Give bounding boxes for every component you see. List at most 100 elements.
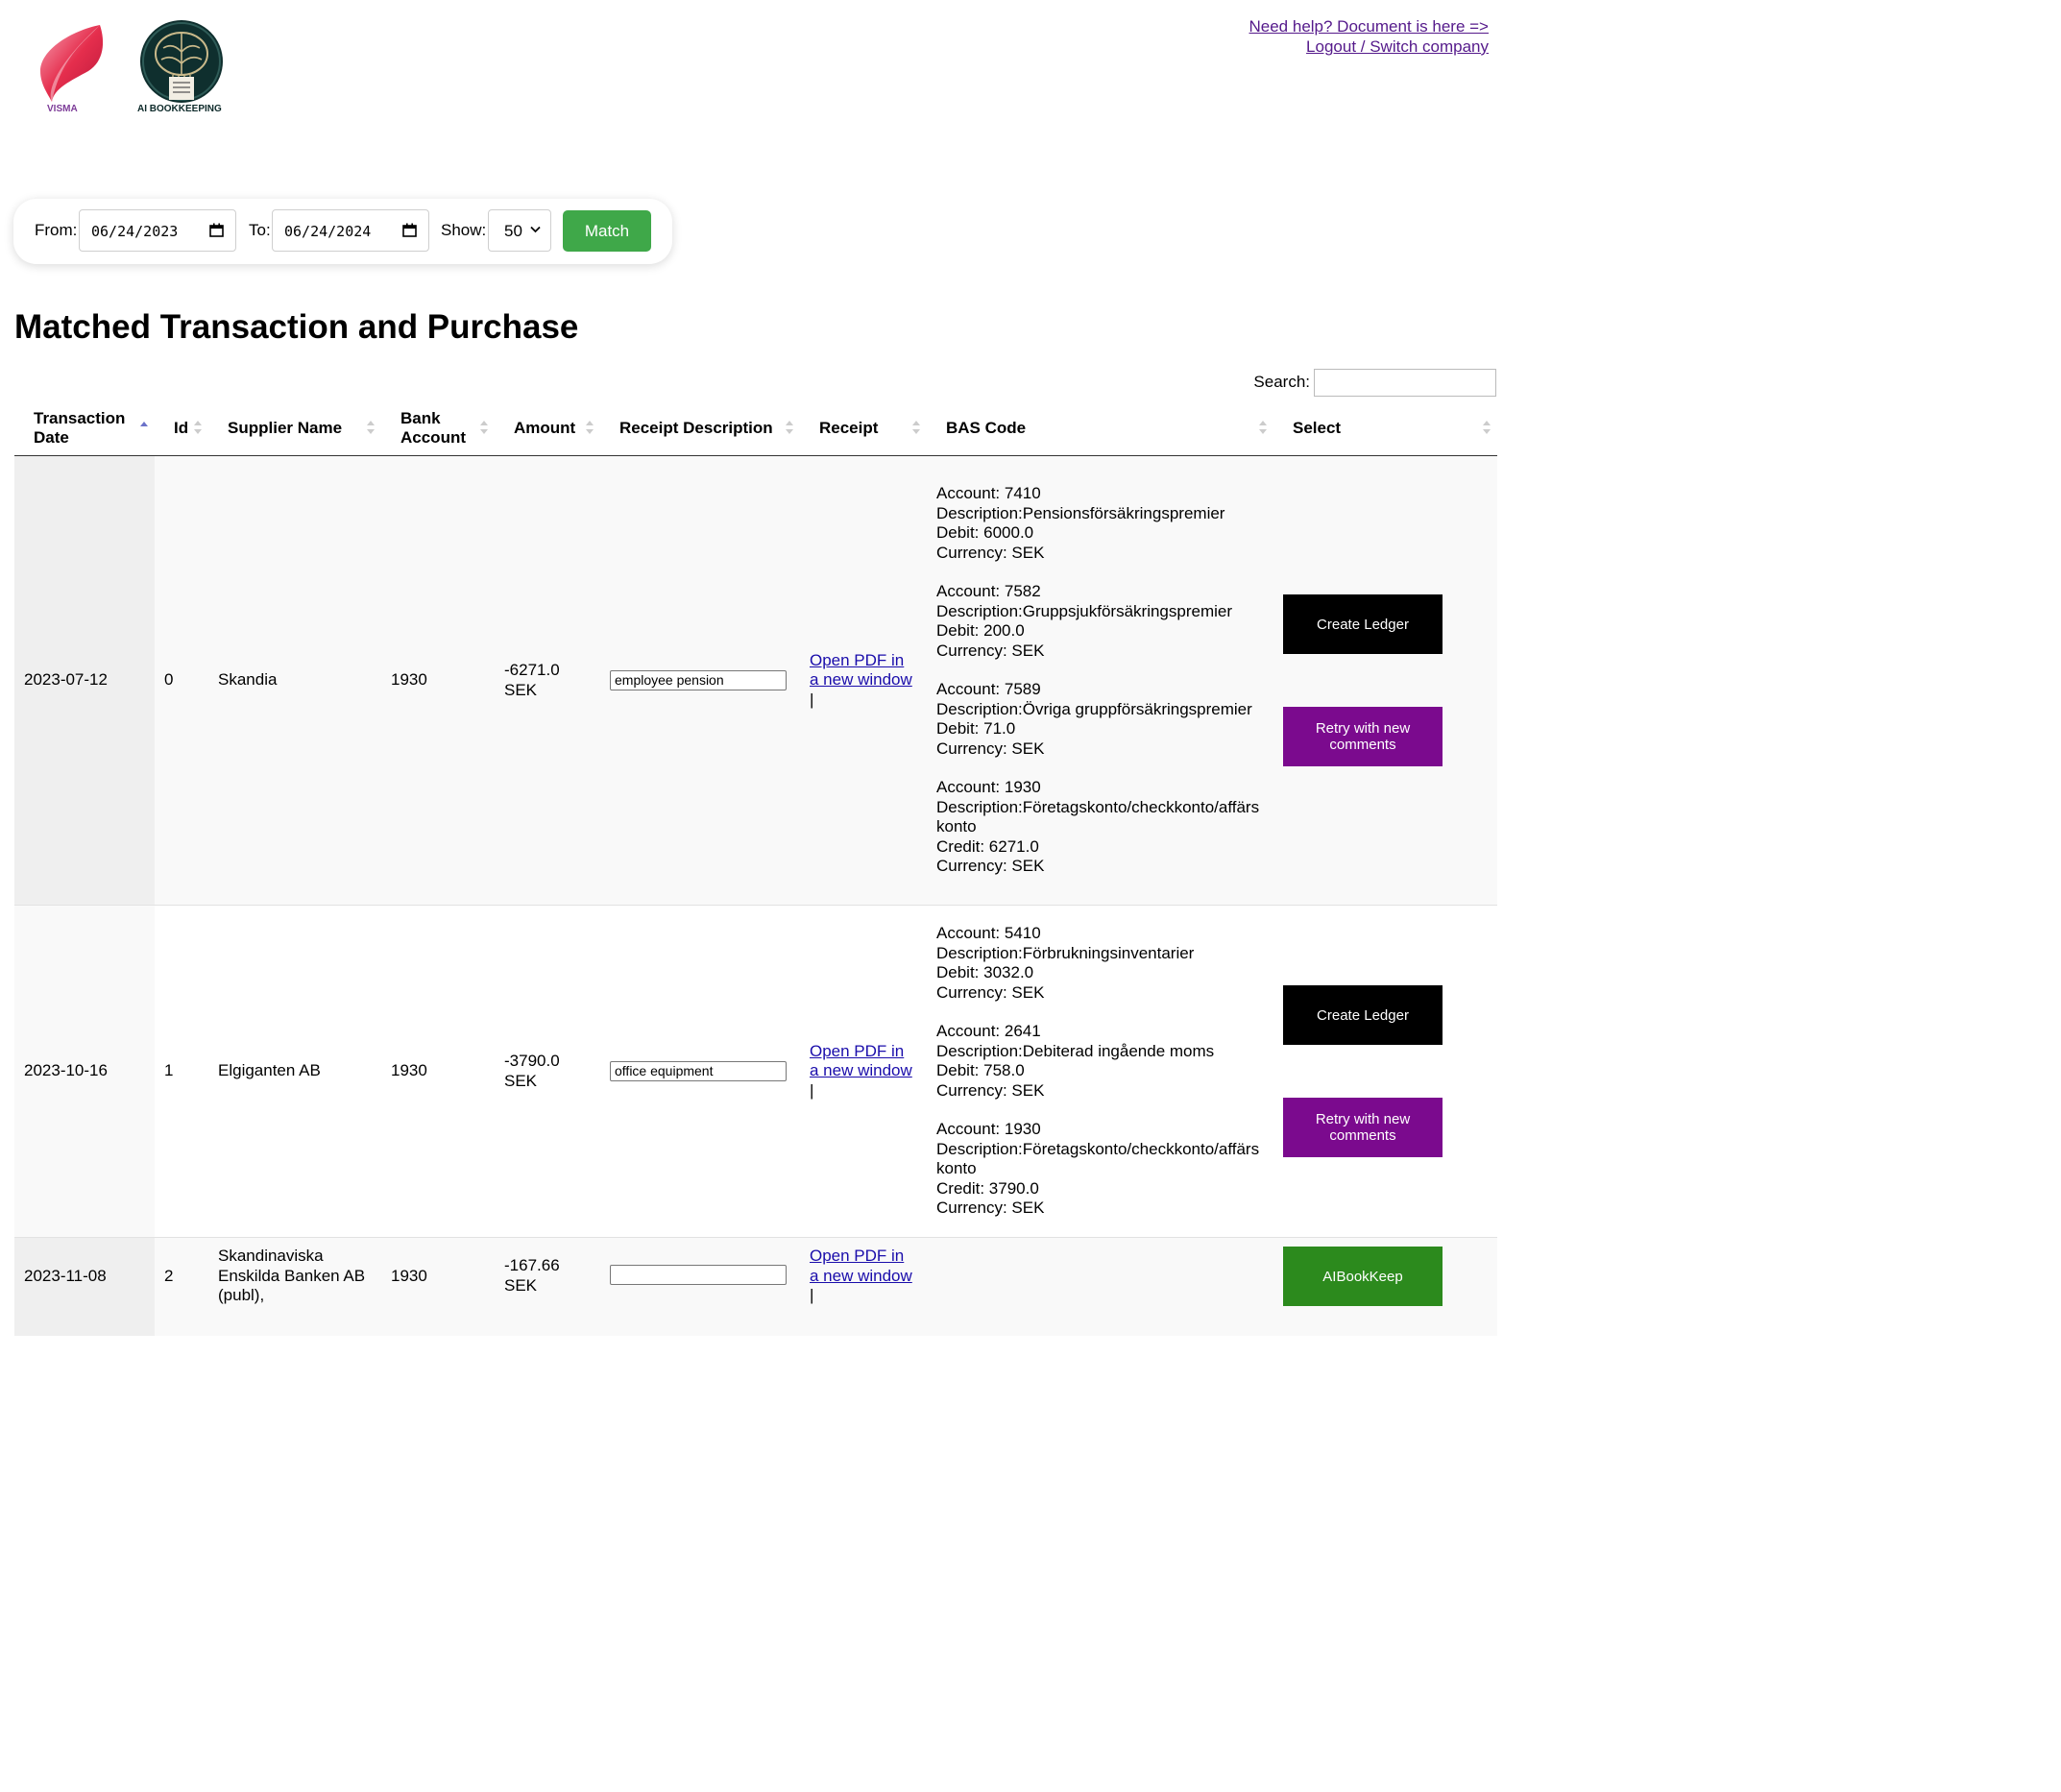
bas-amount: Credit: 6271.0 <box>936 836 1039 856</box>
cell-receipt: Open PDF in a new window | <box>800 905 927 1238</box>
cell-date: 2023-07-12 <box>14 455 155 906</box>
bas-description: Description:Debiterad ingående moms <box>936 1041 1215 1060</box>
link-separator: | <box>810 690 814 709</box>
receipt-description-input[interactable]: employee pension <box>610 670 787 690</box>
bas-entry: Account: 2641 Description:Debiterad ingå… <box>936 1022 1264 1101</box>
amount-value: -6271.0 <box>504 661 560 679</box>
bas-amount: Debit: 6000.0 <box>936 523 1034 543</box>
col-bank-account[interactable]: Bank Account <box>381 401 495 456</box>
from-label: From: <box>35 221 78 239</box>
bas-account: Account: 7410 <box>936 484 1041 503</box>
receipt-description-input[interactable] <box>610 1265 787 1285</box>
open-pdf-link[interactable]: Open PDF in a new window <box>810 1042 912 1080</box>
cell-bas-code: Account: 5410 Description:Förbrukningsin… <box>927 905 1273 1238</box>
cell-receipt-description: office equipment <box>600 905 800 1238</box>
col-transaction-date[interactable]: Transaction Date <box>14 401 155 456</box>
amount-currency: SEK <box>504 680 538 699</box>
page-title: Matched Transaction and Purchase <box>14 308 579 346</box>
cell-select: Create Ledger Retry with new comments <box>1273 455 1497 906</box>
bas-description: Description:Pensionsförsäkringspremier <box>936 503 1225 522</box>
ai-bookkeeping-logo: AI BOOKKEEPING <box>134 19 230 119</box>
search-input[interactable] <box>1314 369 1496 397</box>
cell-amount: -167.66 SEK <box>495 1237 600 1336</box>
bas-description: Description:Övriga gruppförsäkringspremi… <box>936 699 1252 718</box>
cell-receipt-description <box>600 1237 800 1336</box>
col-amount[interactable]: Amount <box>495 401 600 456</box>
calendar-icon[interactable] <box>402 223 417 237</box>
receipt-description-input[interactable]: office equipment <box>610 1061 787 1081</box>
sort-icon <box>194 421 202 434</box>
cell-receipt: Open PDF in a new window | <box>800 1237 927 1336</box>
open-pdf-link[interactable]: Open PDF in a new window <box>810 1247 912 1285</box>
link-separator: | <box>810 1286 814 1304</box>
bas-amount: Credit: 3790.0 <box>936 1178 1039 1198</box>
bas-description: Description:Gruppsjukförsäkringspremier <box>936 601 1233 620</box>
show-count-select[interactable]: 50 <box>488 209 551 252</box>
table-search: Search: <box>1253 369 1496 397</box>
col-select[interactable]: Select <box>1273 401 1497 456</box>
bas-entry: Account: 1930 Description:Företagskonto/… <box>936 1120 1264 1219</box>
col-receipt-description[interactable]: Receipt Description <box>600 401 800 456</box>
bas-amount: Debit: 200.0 <box>936 621 1025 641</box>
aibookkeep-button[interactable]: AIBookKeep <box>1283 1247 1443 1306</box>
cell-id: 0 <box>155 455 208 906</box>
help-document-link[interactable]: Need help? Document is here => <box>1249 16 1490 36</box>
bas-entry: Account: 7410 Description:Pensionsförsäk… <box>936 484 1264 563</box>
sort-icon <box>786 421 793 434</box>
bas-entry: Account: 5410 Description:Förbrukningsin… <box>936 924 1264 1003</box>
sort-ascending-icon <box>140 422 148 426</box>
matched-transactions-table: Transaction Date Id Supplier Name Bank A… <box>14 401 1497 1336</box>
bas-currency: Currency: SEK <box>936 1199 1045 1218</box>
from-date-input[interactable]: 06/24/2023 <box>79 209 236 252</box>
cell-amount: -3790.0 SEK <box>495 905 600 1238</box>
sort-icon <box>367 421 375 434</box>
bas-description: Description:Företagskonto/checkkonto/aff… <box>936 1139 1260 1178</box>
sort-icon <box>1483 421 1491 434</box>
cell-receipt: Open PDF in a new window | <box>800 455 927 906</box>
link-separator: | <box>810 1080 814 1100</box>
bas-account: Account: 2641 <box>936 1022 1041 1041</box>
amount-currency: SEK <box>504 1071 538 1090</box>
col-id[interactable]: Id <box>155 401 208 456</box>
table-row: 2023-11-08 2 Skandinaviska Enskilda Bank… <box>14 1237 1497 1336</box>
match-button[interactable]: Match <box>563 210 651 252</box>
cell-bank-account: 1930 <box>381 1237 495 1336</box>
show-count-value: 50 <box>504 222 522 240</box>
visma-logo: VISMA <box>33 21 108 117</box>
create-ledger-button[interactable]: Create Ledger <box>1283 985 1443 1045</box>
to-date-value: 06/24/2024 <box>284 223 372 240</box>
cell-amount: -6271.0 SEK <box>495 455 600 906</box>
sort-icon <box>1259 421 1267 434</box>
ai-bookkeeping-logo-text: AI BOOKKEEPING <box>137 104 222 114</box>
table-header-row: Transaction Date Id Supplier Name Bank A… <box>14 401 1497 456</box>
search-label: Search: <box>1253 373 1310 391</box>
cell-date: 2023-11-08 <box>14 1237 155 1336</box>
create-ledger-button[interactable]: Create Ledger <box>1283 594 1443 654</box>
bas-amount: Debit: 3032.0 <box>936 963 1034 982</box>
bas-description: Description:Förbrukningsinventarier <box>936 943 1195 962</box>
cell-bank-account: 1930 <box>381 455 495 906</box>
from-date-value: 06/24/2023 <box>91 223 179 240</box>
date-filter-bar: From: 06/24/2023 To: 06/24/2024 Show: 50… <box>13 199 672 264</box>
col-receipt[interactable]: Receipt <box>800 401 927 456</box>
retry-with-new-comments-button[interactable]: Retry with new comments <box>1283 1098 1443 1157</box>
amount-value: -167.66 <box>504 1256 560 1274</box>
bas-account: Account: 5410 <box>936 924 1041 943</box>
cell-date: 2023-10-16 <box>14 905 155 1238</box>
col-supplier-name[interactable]: Supplier Name <box>208 401 381 456</box>
top-links: Need help? Document is here => Logout / … <box>1249 16 1490 57</box>
col-bas-code[interactable]: BAS Code <box>927 401 1273 456</box>
amount-currency: SEK <box>504 1275 538 1295</box>
cell-bas-code <box>927 1237 1273 1336</box>
bas-entry: Account: 1930 Description:Företagskonto/… <box>936 778 1264 877</box>
cell-bas-code: Account: 7410 Description:Pensionsförsäk… <box>927 455 1273 906</box>
bas-amount: Debit: 71.0 <box>936 719 1016 739</box>
retry-with-new-comments-button[interactable]: Retry with new comments <box>1283 707 1443 766</box>
open-pdf-link[interactable]: Open PDF in a new window <box>810 651 912 690</box>
bas-currency: Currency: SEK <box>936 982 1045 1002</box>
logout-switch-company-link[interactable]: Logout / Switch company <box>1249 36 1489 57</box>
amount-value: -3790.0 <box>504 1052 560 1070</box>
calendar-icon[interactable] <box>209 223 224 237</box>
to-date-input[interactable]: 06/24/2024 <box>272 209 429 252</box>
cell-supplier: Elgiganten AB <box>208 905 381 1238</box>
